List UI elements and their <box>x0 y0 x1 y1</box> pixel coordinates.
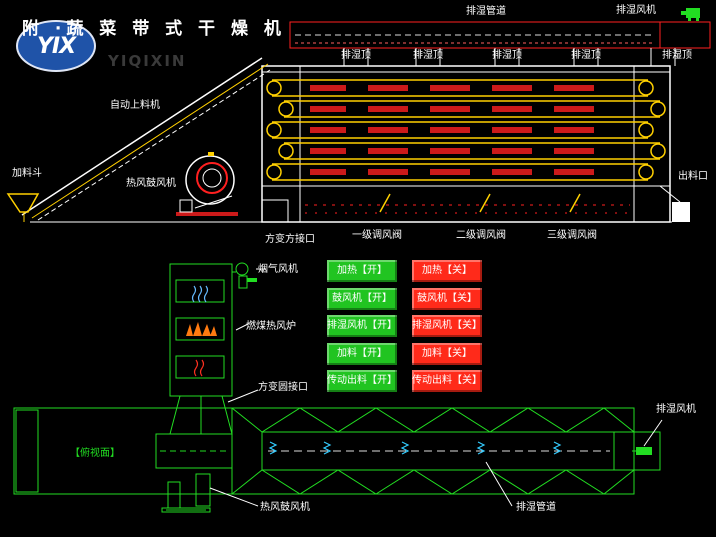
exhaust-fan-icon <box>681 8 700 21</box>
plan-view-label: 【俯视面】 <box>70 448 120 459</box>
square-round-label: 方变圆接口 <box>258 382 308 393</box>
vent-label-4: 排湿顶 <box>571 50 601 61</box>
exhaust-fan-on-button[interactable]: 排湿风机【开】 <box>327 315 397 337</box>
auto-feeder-label: 自动上料机 <box>110 100 160 111</box>
exhaust-fan-label: 排湿风机 <box>616 5 656 16</box>
outlet-label: 出料口 <box>678 171 708 182</box>
heating-on-button[interactable]: 加热【开】 <box>327 260 397 282</box>
hopper-label: 加料斗 <box>12 168 42 179</box>
heating-off-button[interactable]: 加热【关】 <box>412 260 482 282</box>
vent-label-2: 排湿顶 <box>413 50 443 61</box>
exhaust-fan-off-button[interactable]: 排湿风机【关】 <box>412 315 482 337</box>
hot-air-blower-icon <box>176 152 238 216</box>
drive-discharge-on-button[interactable]: 传动出料【开】 <box>327 370 397 392</box>
exhaust-pipe-label: 排湿管道 <box>466 6 506 17</box>
damper-2-label: 二级调风阀 <box>456 230 506 241</box>
blower-off-button[interactable]: 鼓风机【关】 <box>412 288 482 310</box>
coal-furnace-label: 燃煤热风炉 <box>246 321 296 332</box>
damper-1-label: 一级调风阀 <box>352 230 402 241</box>
page-title: 附 ·蔬 菜 带 式 干 燥 机 <box>22 19 286 39</box>
drive-discharge-off-button[interactable]: 传动出料【关】 <box>412 370 482 392</box>
plan-exhaust-fan-label: 排湿风机 <box>656 404 696 415</box>
plan-exhaust-pipe-label: 排湿管道 <box>516 502 556 513</box>
dryer-control-screen: YIX 附 ·蔬 菜 带 式 干 燥 机 YIQIXIN 排湿管道 排湿风机 排… <box>0 0 716 537</box>
blower-on-button[interactable]: 鼓风机【开】 <box>327 288 397 310</box>
hot-air-fan-label: 热风鼓风机 <box>126 178 176 189</box>
vent-label-1: 排湿顶 <box>341 50 371 61</box>
vent-label-5: 排湿顶 <box>662 50 692 61</box>
damper-3-label: 三级调风阀 <box>547 230 597 241</box>
draft-fan-label: 烟气风机 <box>258 264 298 275</box>
plan-hot-air-fan-label: 热风鼓风机 <box>260 502 310 513</box>
square-inlet-label: 方变方接口 <box>265 234 315 245</box>
feeding-on-button[interactable]: 加料【开】 <box>327 343 397 365</box>
brand-name-en: YIQIXIN <box>108 52 187 70</box>
plan-exhaust-fan-icon <box>632 447 652 455</box>
vent-label-3: 排湿顶 <box>492 50 522 61</box>
feeding-off-button[interactable]: 加料【关】 <box>412 343 482 365</box>
